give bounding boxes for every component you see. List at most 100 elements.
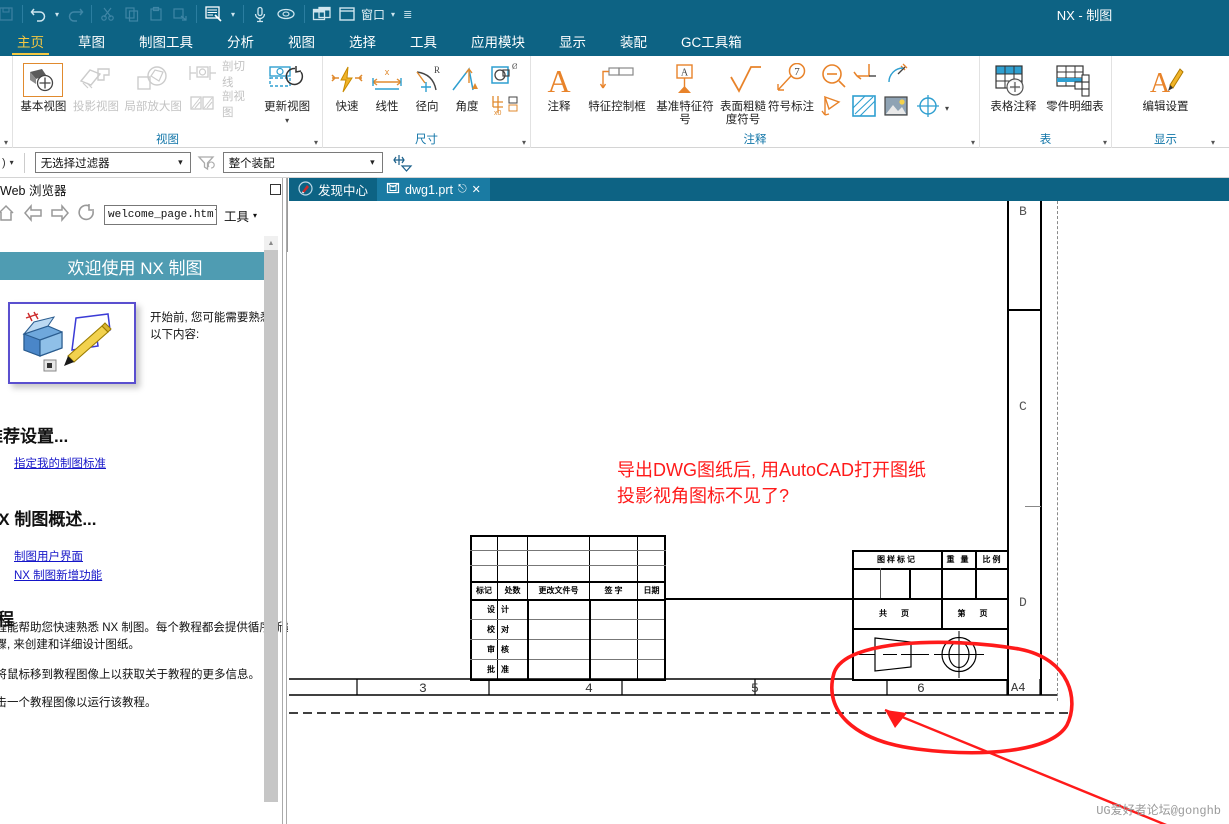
zone-divider-b-c — [1007, 309, 1041, 311]
linear-dimension-icon: x — [369, 59, 405, 101]
tab-analysis[interactable]: 分析 — [210, 29, 271, 56]
welcome-link-whats-new[interactable]: NX 制图新增功能 — [14, 567, 102, 583]
hatch-icon[interactable] — [849, 93, 879, 124]
tab-select[interactable]: 选择 — [332, 29, 393, 56]
scroll-up-arrow-icon[interactable]: ▲ — [264, 236, 278, 250]
tab-display[interactable]: 显示 — [542, 29, 603, 56]
ribbon-item-parts-list[interactable]: 零件明细表 — [1043, 59, 1107, 114]
tb-role-approve: 批 准 — [487, 665, 511, 674]
drawing-canvas[interactable]: B C D 标记 处数 更改文件号 签 字 日期 设 计 校 对 审 核 批 准 — [289, 201, 1229, 824]
web-tools-caret[interactable]: ▾ — [253, 211, 257, 220]
panel-resize-handle[interactable] — [282, 178, 287, 824]
ribbon-item-update-views[interactable]: 更新视图 ▾ — [256, 59, 318, 127]
chevron-down-icon-2[interactable]: ▾ — [365, 157, 380, 168]
tab-drafting-tools[interactable]: 制图工具 — [122, 29, 210, 56]
target-point-icon[interactable] — [881, 60, 911, 93]
tb-lower-col-right — [589, 599, 591, 680]
chevron-down-icon[interactable]: ▾ — [173, 157, 188, 168]
window-menu-label[interactable]: 窗口 — [359, 6, 387, 23]
command-finder-icon[interactable] — [201, 2, 227, 26]
ribbon-item-base-view[interactable]: 基本视图 — [17, 59, 70, 114]
tab-tools[interactable]: 工具 — [393, 29, 454, 56]
copy-icon[interactable] — [120, 2, 144, 26]
region-boundary-icon[interactable] — [817, 93, 847, 124]
touch-mode-icon[interactable] — [272, 2, 300, 26]
centerline-icon[interactable] — [817, 60, 847, 93]
image-icon[interactable] — [881, 93, 911, 124]
annotation-overflow-caret[interactable]: ▾ — [945, 104, 949, 113]
selection-lead-caret[interactable]: ▾ — [10, 158, 14, 167]
web-tools-menu[interactable]: 工具 ▾ — [224, 206, 257, 225]
detach-icon[interactable]: ⎋ — [458, 183, 467, 196]
surface-finish-symbol-icon — [723, 59, 763, 101]
voice-command-icon[interactable] — [248, 2, 272, 26]
rtb-header-weight: 重 量 — [946, 555, 971, 564]
ribbon-label-datum-feature-symbol: 基准特征符号 — [656, 101, 714, 126]
chamfer-dimension-icon[interactable]: x0 — [489, 91, 521, 119]
undo-icon[interactable] — [27, 2, 51, 26]
paste-special-icon[interactable] — [168, 2, 192, 26]
ribbon-group-table: 表格注释 零件明细表 表 ▾ — [979, 56, 1111, 148]
ribbon-item-tabular-note[interactable]: 表格注释 — [984, 59, 1043, 114]
ribbon-item-balloon[interactable]: 7 符号标注 — [767, 59, 815, 114]
tab-dwg1-prt[interactable]: dwg1.prt ⎋ ✕ — [377, 178, 490, 201]
scrollbar-thumb[interactable] — [264, 250, 278, 802]
ribbon-item-rapid-dimension[interactable]: 快速 — [327, 59, 367, 114]
ribbon-item-angular-dimension[interactable]: 角度 — [447, 59, 487, 114]
tab-gc-toolbox[interactable]: GC工具箱 — [664, 29, 759, 56]
command-finder-caret[interactable]: ▾ — [227, 10, 239, 19]
maximize-icon[interactable] — [270, 183, 281, 195]
close-icon[interactable]: ✕ — [472, 183, 481, 196]
ribbon-item-note[interactable]: A 注释 — [535, 59, 583, 114]
ribbon-item-radial-dimension[interactable]: R 径向 — [407, 59, 447, 114]
save-icon[interactable] — [0, 2, 18, 26]
url-input[interactable]: welcome_page.html — [104, 205, 217, 225]
center-mark-icon[interactable] — [913, 93, 943, 124]
selection-scope-lead[interactable]: ) ▾ — [0, 157, 14, 169]
ribbon-group-label-view: 视图 ▾ — [13, 132, 322, 148]
zone-number-3: 3 — [419, 681, 427, 696]
welcome-link-drafting-standard[interactable]: 指定我的制图标准 — [14, 455, 106, 471]
refresh-icon[interactable] — [77, 203, 97, 228]
ribbon-item-edit-settings[interactable]: A 编辑设置 — [1132, 59, 1200, 114]
tab-view[interactable]: 视图 — [271, 29, 332, 56]
back-arrow-icon[interactable] — [23, 203, 43, 227]
cut-icon[interactable] — [96, 2, 120, 26]
tab-assemblies[interactable]: 装配 — [603, 29, 664, 56]
update-views-caret[interactable]: ▾ — [285, 114, 289, 127]
tab-discovery-center[interactable]: 发现中心 — [289, 178, 377, 201]
weld-symbol-icon[interactable] — [849, 60, 879, 93]
ribbon-item-datum-feature-symbol[interactable]: A 基准特征符号 — [651, 59, 719, 127]
hole-dimension-icon[interactable]: ØI — [489, 59, 521, 91]
ribbon-item-surface-finish-symbol[interactable]: 表面粗糙度符号 — [719, 59, 767, 127]
snap-point-icon[interactable] — [391, 153, 413, 173]
cascade-windows-icon[interactable] — [309, 2, 335, 26]
balloon-icon: 7 — [771, 59, 811, 101]
tab-sketch[interactable]: 草图 — [61, 29, 122, 56]
selection-scope-combo[interactable]: 整个装配 ▾ — [222, 152, 383, 173]
qat-separator-2 — [91, 5, 93, 23]
tab-application-modules[interactable]: 应用模块 — [454, 29, 542, 56]
tab-home[interactable]: 主页 — [0, 29, 61, 56]
window-menu-caret[interactable]: ▾ — [387, 10, 399, 19]
qat-overflow-caret[interactable]: ≣ — [399, 8, 416, 21]
web-browser-panel: Web 浏览器 welcome_page.html 工具 ▾ 欢迎使用 NX 制… — [0, 178, 288, 824]
forward-arrow-icon[interactable] — [50, 203, 70, 227]
window-icon[interactable] — [335, 2, 359, 26]
web-browser-scrollbar[interactable]: ▲ — [264, 236, 278, 802]
selection-filter-combo[interactable]: 无选择过滤器 ▾ — [34, 152, 191, 173]
welcome-link-drafting-ui[interactable]: 制图用户界面 — [14, 548, 83, 564]
nx-drafting-thumbnail[interactable] — [8, 302, 136, 384]
selection-filter-value: 无选择过滤器 — [40, 157, 110, 170]
paste-icon[interactable] — [144, 2, 168, 26]
ribbon-item-feature-control-frame[interactable]: 特征控制框 — [583, 59, 651, 114]
ribbon-label-edit-settings: 编辑设置 — [1142, 101, 1189, 113]
ribbon-label-note: 注释 — [547, 101, 571, 113]
redo-icon[interactable] — [63, 2, 87, 26]
undo-dropdown-caret[interactable]: ▾ — [51, 10, 63, 19]
ribbon-item-linear-dimension[interactable]: x 线性 — [367, 59, 407, 114]
selection-filter-icon[interactable] — [197, 154, 217, 172]
home-icon[interactable] — [0, 203, 16, 228]
welcome-paragraph-3: 请将鼠标移到教程图像上以获取关于教程的更多信息。 — [0, 669, 260, 681]
svg-text:R: R — [434, 65, 440, 75]
